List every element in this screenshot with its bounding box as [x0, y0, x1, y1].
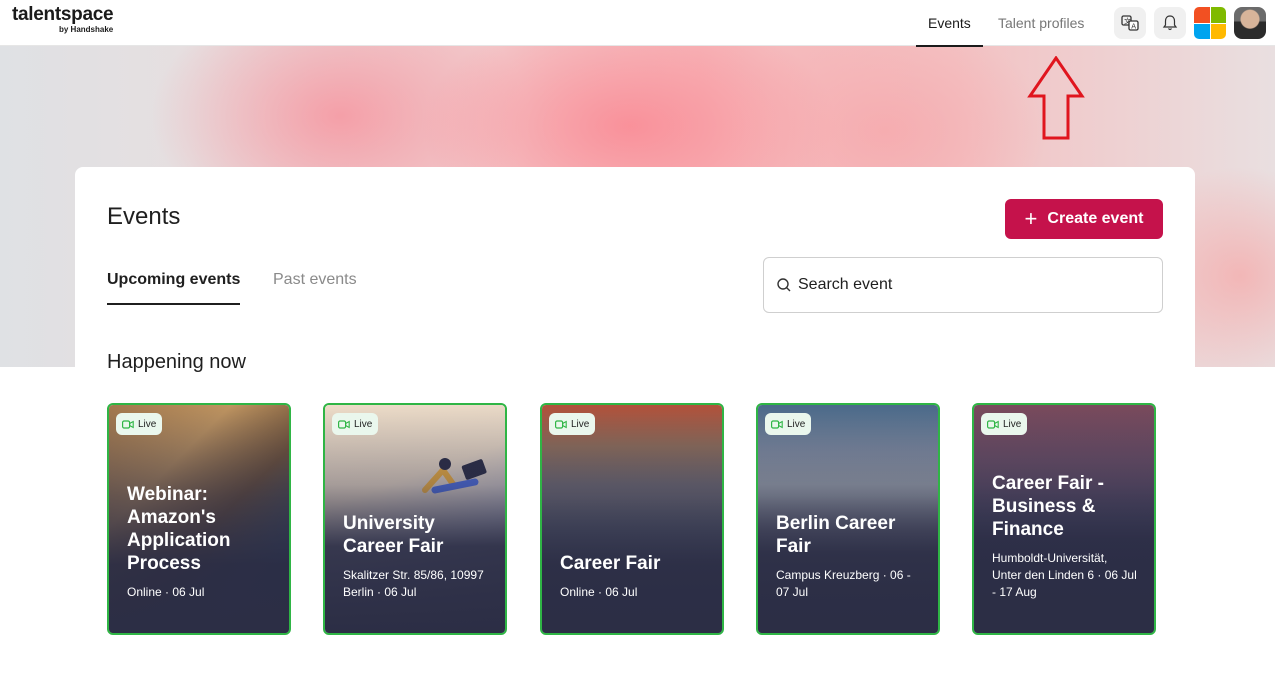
event-card[interactable]: Live University Career Fair Skalitzer St…	[323, 403, 507, 635]
event-meta: Skalitzer Str. 85/86, 10997 Berlin · 06 …	[343, 568, 484, 599]
logo-text: talentspace	[12, 4, 114, 25]
live-badge: Live	[549, 413, 596, 435]
video-camera-icon	[122, 419, 134, 429]
live-badge-label: Live	[787, 418, 806, 430]
event-meta: Online · 06 Jul	[127, 585, 205, 599]
video-camera-icon	[771, 419, 783, 429]
user-avatar[interactable]	[1234, 7, 1266, 39]
top-header: talentspace by Handshake Events Talent p…	[0, 0, 1275, 47]
translate-button[interactable]: 文 A	[1114, 7, 1146, 39]
logo-subtext: by Handshake	[59, 25, 114, 34]
live-badge-label: Live	[138, 418, 157, 430]
search-icon	[777, 278, 791, 292]
live-badge-label: Live	[354, 418, 373, 430]
live-badge: Live	[116, 413, 163, 435]
live-badge-label: Live	[571, 418, 590, 430]
video-camera-icon	[555, 419, 567, 429]
live-badge-label: Live	[1003, 418, 1022, 430]
video-camera-icon	[987, 419, 999, 429]
plus-icon: +	[1024, 206, 1038, 231]
event-card[interactable]: Live Webinar: Amazon's Application Proce…	[107, 403, 291, 635]
event-meta: Online · 06 Jul	[560, 585, 638, 599]
notifications-button[interactable]	[1154, 7, 1186, 39]
microsoft-logo[interactable]	[1194, 7, 1226, 39]
bell-icon	[1162, 15, 1178, 31]
live-badge: Live	[765, 413, 812, 435]
translate-icon: 文 A	[1121, 15, 1139, 31]
search-box[interactable]	[763, 257, 1163, 313]
event-title: Webinar: Amazon's Application Process	[127, 484, 231, 574]
talentspace-logo[interactable]: talentspace by Handshake	[12, 4, 114, 35]
event-title: University Career Fair	[343, 513, 444, 557]
event-meta: Campus Kreuzberg · 06 - 07 Jul	[776, 568, 911, 599]
search-input[interactable]	[798, 276, 1138, 294]
event-card[interactable]: Live Berlin Career Fair Campus Kreuzberg…	[756, 403, 940, 635]
event-title: Career Fair - Business & Finance	[992, 473, 1104, 540]
event-title: Career Fair	[560, 553, 661, 574]
tab-upcoming-events[interactable]: Upcoming events	[107, 271, 241, 305]
nav-tab-events[interactable]: Events	[916, 0, 983, 47]
video-camera-icon	[338, 419, 350, 429]
event-title: Berlin Career Fair	[776, 513, 896, 557]
page-title: Events	[107, 203, 181, 230]
create-event-label: Create event	[1047, 210, 1144, 227]
live-badge: Live	[332, 413, 379, 435]
annotation-arrow-icon	[1027, 56, 1085, 140]
live-badge: Live	[981, 413, 1028, 435]
section-title-happening-now: Happening now	[107, 351, 246, 373]
svg-text:A: A	[1131, 23, 1136, 31]
event-meta: Humboldt-Universität, Unter den Linden 6…	[992, 551, 1137, 599]
nav-tab-talent-profiles[interactable]: Talent profiles	[986, 0, 1096, 46]
event-card[interactable]: Live Career Fair Online · 06 Jul	[540, 403, 724, 635]
event-card[interactable]: Live Career Fair - Business & Finance Hu…	[972, 403, 1156, 635]
events-panel: Events + Create event Upcoming events Pa…	[75, 167, 1195, 693]
create-event-button[interactable]: + Create event	[1005, 199, 1163, 239]
tab-past-events[interactable]: Past events	[273, 271, 357, 305]
